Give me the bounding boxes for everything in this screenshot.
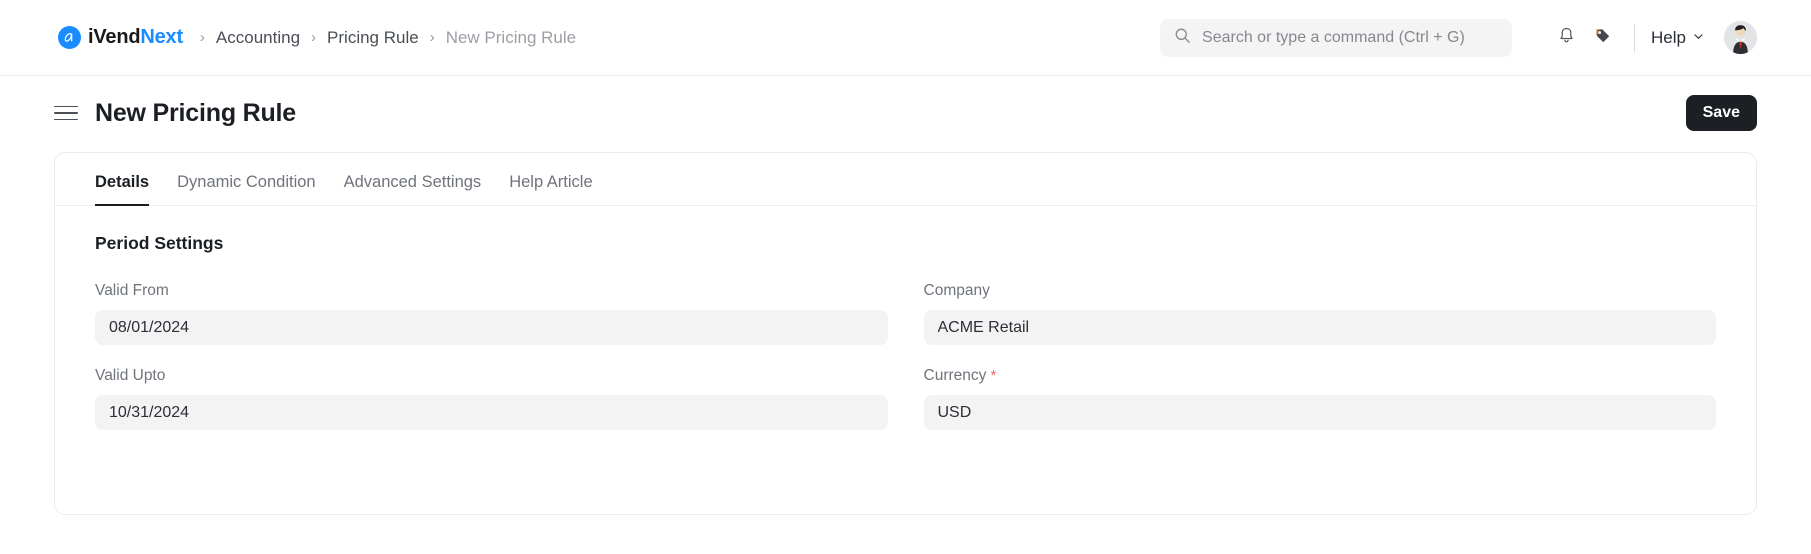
form-tabs: Details Dynamic Condition Advanced Setti…: [55, 153, 1756, 206]
hamburger-bar: [54, 112, 78, 114]
search-icon: [1174, 27, 1191, 49]
help-menu-button[interactable]: Help: [1651, 28, 1704, 48]
brand-name-primary: iVend: [88, 26, 141, 48]
ivendnext-logo-icon: [58, 26, 81, 49]
company-input[interactable]: [923, 310, 1716, 345]
hamburger-bar: [54, 118, 78, 121]
form-card: Details Dynamic Condition Advanced Setti…: [54, 152, 1757, 515]
help-menu-label: Help: [1651, 27, 1686, 47]
save-button[interactable]: Save: [1685, 95, 1757, 131]
navbar-divider: [1634, 23, 1636, 52]
field-label-currency: Currency *: [924, 367, 1717, 385]
brand-name-secondary: Next: [140, 26, 183, 48]
bell-icon: [1557, 26, 1576, 50]
field-company: Company: [923, 282, 1716, 345]
field-label-valid-upto: Valid Upto: [95, 367, 166, 384]
hamburger-menu-icon[interactable]: [54, 101, 78, 125]
valid-from-input[interactable]: [95, 310, 888, 345]
form-body: Period Settings Valid From Company Valid…: [55, 206, 1756, 430]
page-title: New Pricing Rule: [95, 98, 297, 127]
field-label-currency-text: Currency: [923, 367, 987, 384]
content-area: Details Dynamic Condition Advanced Setti…: [0, 144, 1811, 515]
top-navbar: iVendNext › Accounting › Pricing Rule › …: [0, 0, 1811, 76]
period-settings-grid: Valid From Company Valid Upto Currency *: [95, 282, 1716, 430]
search-placeholder-text: Search or type a command (Ctrl + G): [1202, 28, 1465, 46]
field-valid-upto: Valid Upto: [95, 367, 888, 430]
avatar[interactable]: [1724, 21, 1757, 54]
field-currency: Currency *: [923, 367, 1717, 430]
breadcrumb-item-pricing-rule[interactable]: Pricing Rule: [327, 28, 419, 48]
navbar-actions: Help: [1548, 20, 1757, 56]
tab-advanced-settings[interactable]: Advanced Settings: [330, 173, 496, 205]
section-title-period-settings: Period Settings: [95, 233, 224, 253]
field-valid-from: Valid From: [95, 282, 888, 345]
valid-upto-input[interactable]: [95, 395, 888, 430]
breadcrumb-separator: ›: [429, 29, 435, 46]
required-asterisk: *: [986, 367, 997, 384]
field-label-valid-from: Valid From: [95, 282, 169, 299]
brand-name: iVendNext: [88, 26, 183, 49]
breadcrumb-item-accounting[interactable]: Accounting: [216, 28, 300, 48]
hamburger-bar: [54, 105, 78, 108]
field-label-company: Company: [923, 282, 990, 299]
notifications-button[interactable]: [1548, 20, 1584, 56]
search-input[interactable]: Search or type a command (Ctrl + G): [1160, 18, 1513, 57]
brand-logo-link[interactable]: iVendNext: [58, 26, 183, 49]
tags-button[interactable]: [1584, 20, 1620, 56]
tab-details[interactable]: Details: [81, 173, 163, 206]
breadcrumb-separator: ›: [199, 29, 205, 46]
breadcrumb: › Accounting › Pricing Rule › New Pricin…: [189, 28, 576, 48]
chevron-down-icon: [1693, 29, 1704, 47]
page-titlebar: New Pricing Rule Save: [0, 82, 1811, 144]
tab-dynamic-condition[interactable]: Dynamic Condition: [163, 173, 329, 205]
breadcrumb-separator: ›: [311, 29, 317, 46]
tag-icon: [1593, 26, 1612, 50]
breadcrumb-item-current: New Pricing Rule: [445, 27, 577, 47]
currency-input[interactable]: [923, 395, 1716, 430]
tab-help-article[interactable]: Help Article: [495, 173, 606, 205]
